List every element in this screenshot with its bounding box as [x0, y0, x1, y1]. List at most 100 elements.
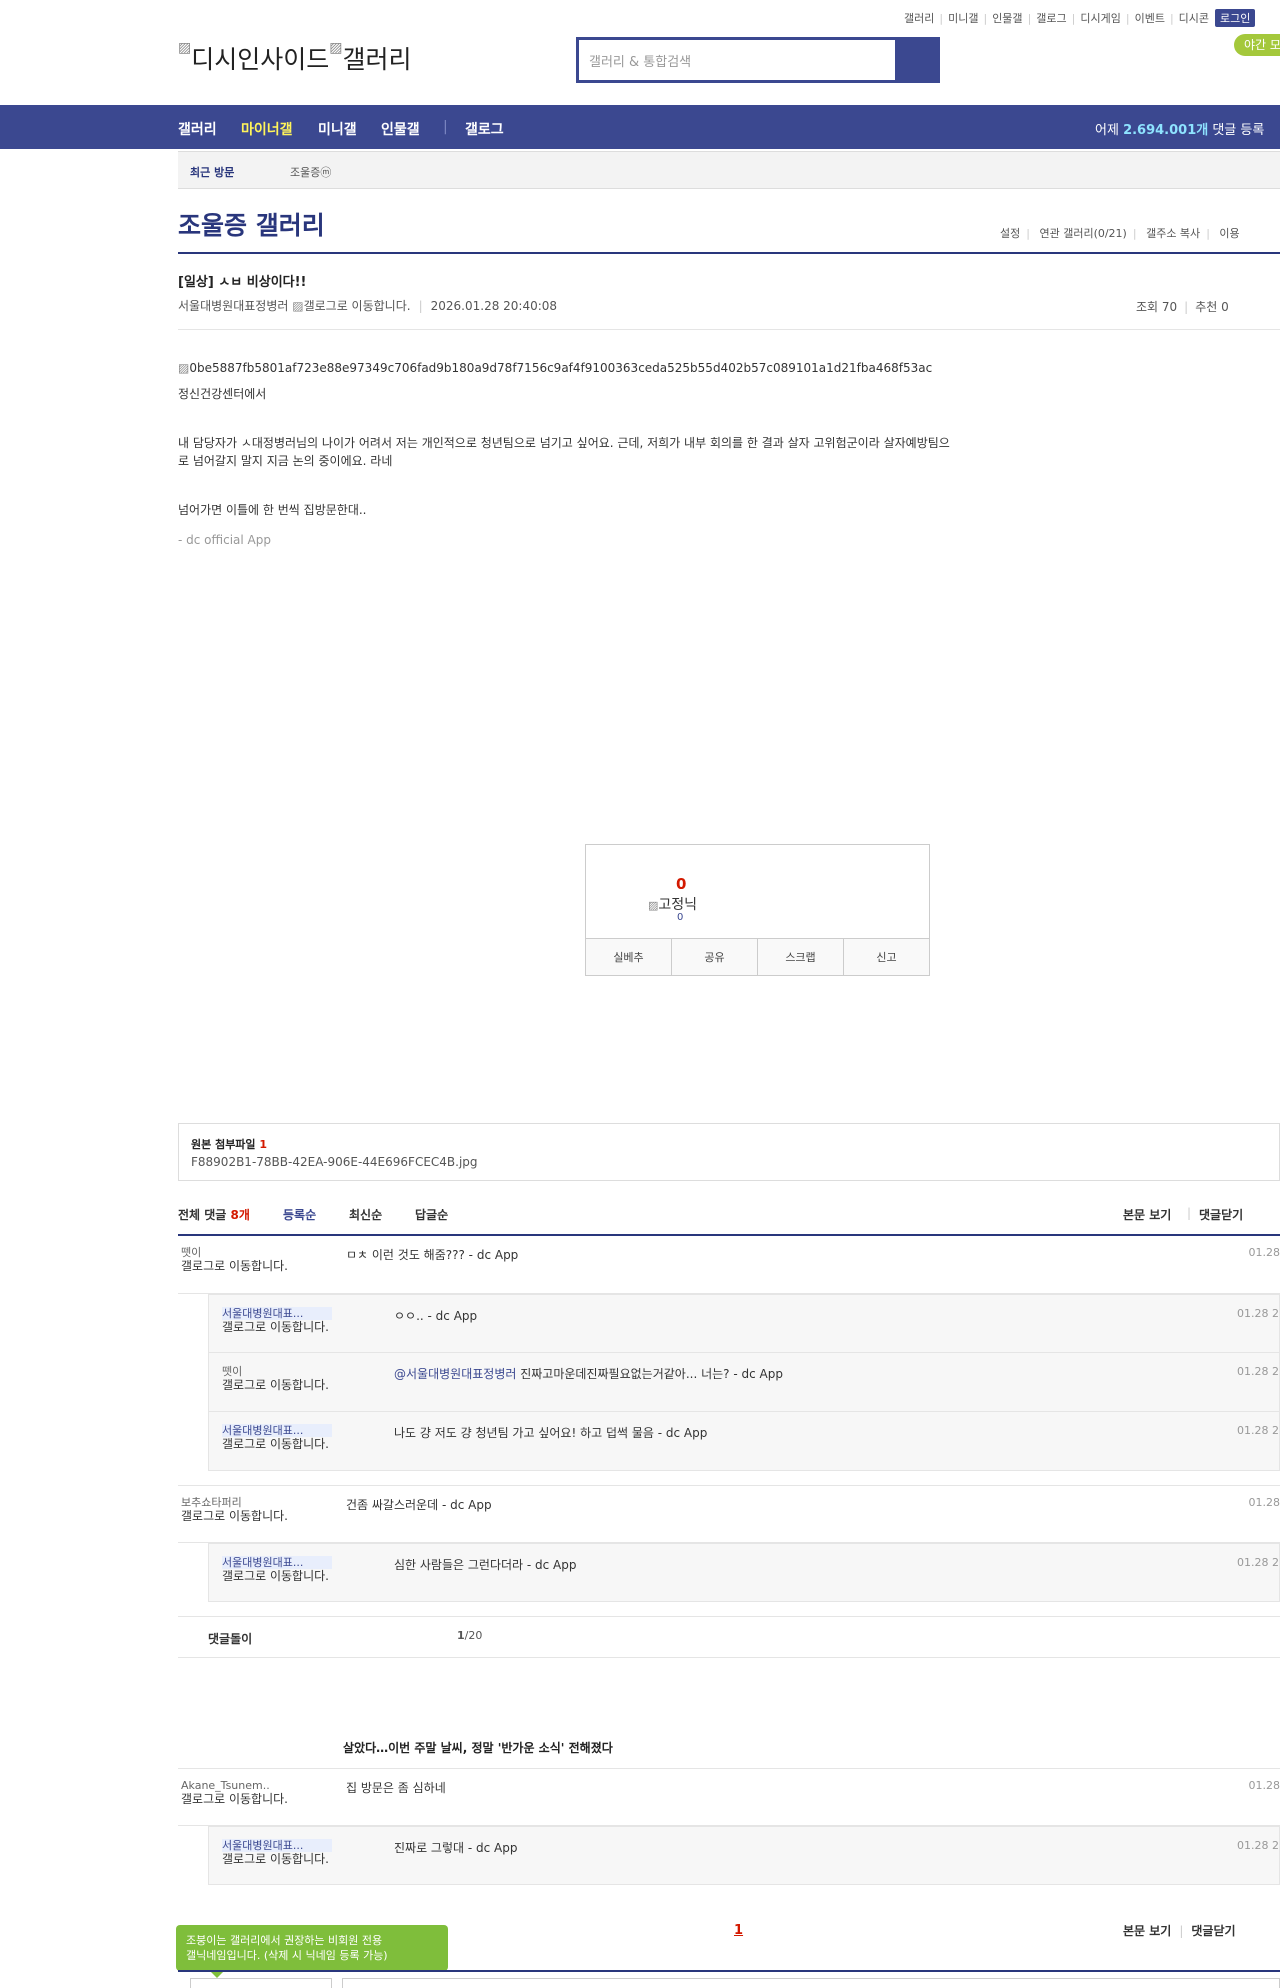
- comment-bot-label: 댓글돌이: [208, 1632, 253, 1646]
- logo-gallery-text: 갤러리: [342, 45, 412, 74]
- post-paragraph: 넘어가면 이틀에 한 번씩 집방문한대..: [178, 503, 367, 517]
- view-count: 조회 70: [1136, 300, 1178, 314]
- post-image-alt: 0be5887fb5801af723e88e97349c706fad9b180a…: [189, 361, 933, 375]
- comment-stat: 어제 2.694.001개 댓글 등록: [1095, 119, 1264, 138]
- top-link-gallery[interactable]: 갤러리: [904, 10, 934, 26]
- view-body-button[interactable]: 본문 보기: [1123, 1206, 1171, 1223]
- reply-nick[interactable]: 서울대병원대표...: [222, 1556, 332, 1569]
- best-recommend-button[interactable]: 실베추: [586, 939, 671, 975]
- reply-nick[interactable]: 서울대병원대표...: [222, 1424, 332, 1437]
- comment-text: 건좀 싸갈스러운데 - dc App: [346, 1498, 492, 1512]
- reply-nick[interactable]: 서울대병원대표...: [222, 1307, 332, 1320]
- bot-page-current: 1: [457, 1629, 465, 1642]
- post-counts: 조회 70 | 추천 0: [1136, 300, 1229, 314]
- recommend-count: 추천 0: [1195, 300, 1229, 314]
- gallog-image[interactable]: 갤로그로 이동합니다.: [222, 1321, 352, 1334]
- site-logo[interactable]: ▨디시인사이드▨갤러리: [178, 40, 412, 76]
- top-menu: 갤러리 | 미니갤 | 인물갤 | 갤로그 | 디시게임 | 이벤트 | 디시콘 로그인: [904, 9, 1280, 27]
- nav-minor-gallery[interactable]: 마이너갤: [241, 119, 293, 139]
- view-body-button-bottom[interactable]: 본문 보기: [1123, 1924, 1171, 1938]
- close-comments-button[interactable]: 댓글닫기: [1199, 1206, 1243, 1223]
- sort-replies[interactable]: 답글순: [415, 1206, 448, 1223]
- reply-nick[interactable]: 서울대병원대표...: [222, 1839, 332, 1852]
- top-link-dcgame[interactable]: 디시게임: [1080, 10, 1120, 26]
- night-mode-toggle[interactable]: 야간 모: [1234, 34, 1280, 56]
- nickname-input[interactable]: [190, 1978, 332, 1988]
- close-comments-button-bottom[interactable]: 댓글닫기: [1191, 1924, 1235, 1938]
- reply-date: 01.28 2: [1237, 1839, 1279, 1852]
- comment-date: 01.28: [1248, 1496, 1280, 1509]
- search-input[interactable]: 갤러리 & 통합검색: [579, 40, 895, 80]
- report-button[interactable]: 신고: [843, 939, 929, 975]
- share-button[interactable]: 공유: [671, 939, 757, 975]
- gallog-image[interactable]: 갤로그로 이동합니다.: [222, 1379, 352, 1392]
- search-button[interactable]: [895, 40, 937, 80]
- write-divider: [178, 1970, 1280, 1972]
- nav-gallog[interactable]: 갤로그: [465, 119, 504, 139]
- fixed-nick-button[interactable]: ▨고정닉: [648, 894, 697, 914]
- comment-nick[interactable]: 보추쇼타퍼리: [181, 1496, 331, 1509]
- nav-mini-gallery[interactable]: 미니갤: [318, 119, 357, 139]
- top-link-dccon[interactable]: 디시콘: [1179, 10, 1209, 26]
- reply-date: 01.28 2: [1237, 1307, 1279, 1320]
- ad-headline[interactable]: 살았다…이번 주말 날씨, 정말 '반가운 소식' 전해졌다: [343, 1739, 613, 1756]
- attachment-label: 원본 첨부파일 1: [191, 1136, 267, 1152]
- comment-bot-row: 댓글돌이 1/20: [178, 1616, 1280, 1658]
- reply-text: @서울대병원대표정병러 진짜고마운데진짜필요없는거같아... 너는? - dc …: [394, 1365, 783, 1382]
- broken-image-icon: ▨: [178, 40, 192, 56]
- post-action-bar: 실베추 공유 스크랩 신고: [586, 938, 929, 975]
- fixed-nick-count: 0: [677, 912, 684, 923]
- recent-visit-bar: 최근 방문 조울증ⓜ: [178, 151, 1280, 189]
- gallery-settings[interactable]: 설정: [1000, 227, 1020, 240]
- sort-latest[interactable]: 최신순: [349, 1206, 382, 1223]
- post-author[interactable]: 서울대병원대표정병러: [178, 299, 288, 313]
- attachment-box: 원본 첨부파일 1 F88902B1-78BB-42EA-906E-44E696…: [178, 1123, 1280, 1181]
- stat-value: 2.694.001개: [1123, 123, 1209, 138]
- login-button[interactable]: 로그인: [1215, 9, 1256, 27]
- comment-nick[interactable]: Akane_Tsunem..: [181, 1779, 331, 1792]
- gallog-image[interactable]: 갤로그로 이동합니다.: [222, 1438, 352, 1451]
- comment-date: 01.28: [1248, 1779, 1280, 1792]
- gallog-image[interactable]: 갤로그로 이동합니다.: [222, 1853, 352, 1866]
- top-link-minigall[interactable]: 미니갤: [948, 10, 978, 26]
- sort-registered[interactable]: 등록순: [283, 1206, 316, 1223]
- reply-text: 나도 걍 저도 걍 청년팀 가고 싶어요! 하고 덥썩 물음 - dc App: [394, 1426, 708, 1440]
- reply-nick[interactable]: 뗏이: [222, 1365, 332, 1378]
- logo-text: 디시인사이드: [191, 45, 330, 74]
- stat-prefix: 어제: [1095, 123, 1124, 138]
- broken-image-icon: ▨: [648, 899, 659, 912]
- comment-bot-pages[interactable]: 1/20: [457, 1629, 482, 1642]
- comment-page-1[interactable]: 1: [734, 1923, 743, 1938]
- title-divider: [178, 252, 1280, 254]
- gallog-image[interactable]: 갤로그로 이동합니다.: [222, 1570, 352, 1583]
- gallog-image[interactable]: 갤로그로 이동합니다.: [181, 1793, 311, 1806]
- gallog-link[interactable]: 갤로그로 이동합니다.: [304, 299, 411, 313]
- comment-textarea[interactable]: [342, 1978, 1280, 1988]
- scrap-button[interactable]: 스크랩: [757, 939, 843, 975]
- gallery-usage[interactable]: 이용: [1219, 227, 1239, 240]
- recent-visit-label: 최근 방문: [190, 166, 235, 179]
- nav-person-gallery[interactable]: 인물갤: [381, 119, 420, 139]
- post-source: - dc official App: [178, 533, 271, 547]
- broken-image-icon: ▨: [329, 40, 343, 56]
- gallog-image[interactable]: 갤로그로 이동합니다.: [181, 1510, 311, 1523]
- nav-gallery[interactable]: 갤러리: [178, 119, 217, 139]
- gallog-image[interactable]: 갤로그로 이동합니다.: [181, 1260, 311, 1273]
- reply-mention[interactable]: @서울대병원대표정병러: [394, 1367, 516, 1381]
- broken-image-icon: ▨: [178, 361, 190, 375]
- copy-gallery-url[interactable]: 갤주소 복사: [1146, 227, 1200, 240]
- comment-count: 8개: [230, 1208, 250, 1222]
- top-link-gallog[interactable]: 갤로그: [1036, 10, 1066, 26]
- recent-visit-gallery[interactable]: 조울증ⓜ: [290, 164, 331, 180]
- bot-page-total: /20: [464, 1629, 483, 1642]
- top-link-persongall[interactable]: 인물갤: [992, 10, 1022, 26]
- attachment-file-link[interactable]: F88902B1-78BB-42EA-906E-44E696FCEC4B.jpg: [191, 1155, 478, 1169]
- comment-nick[interactable]: 뗏이: [181, 1246, 331, 1259]
- meta-divider: [178, 329, 1280, 330]
- bottom-comment-controls: 본문 보기 | 댓글닫기: [1123, 1924, 1236, 1938]
- top-link-event[interactable]: 이벤트: [1135, 10, 1165, 26]
- gallery-title[interactable]: 조울증 갤러리: [178, 206, 325, 242]
- related-galleries[interactable]: 연관 갤러리(0/21): [1039, 227, 1126, 240]
- comment-row: 보추쇼타퍼리 갤로그로 이동합니다. 건좀 싸갈스러운데 - dc App 01…: [178, 1485, 1280, 1543]
- fixed-nick-label: 고정닉: [658, 897, 698, 913]
